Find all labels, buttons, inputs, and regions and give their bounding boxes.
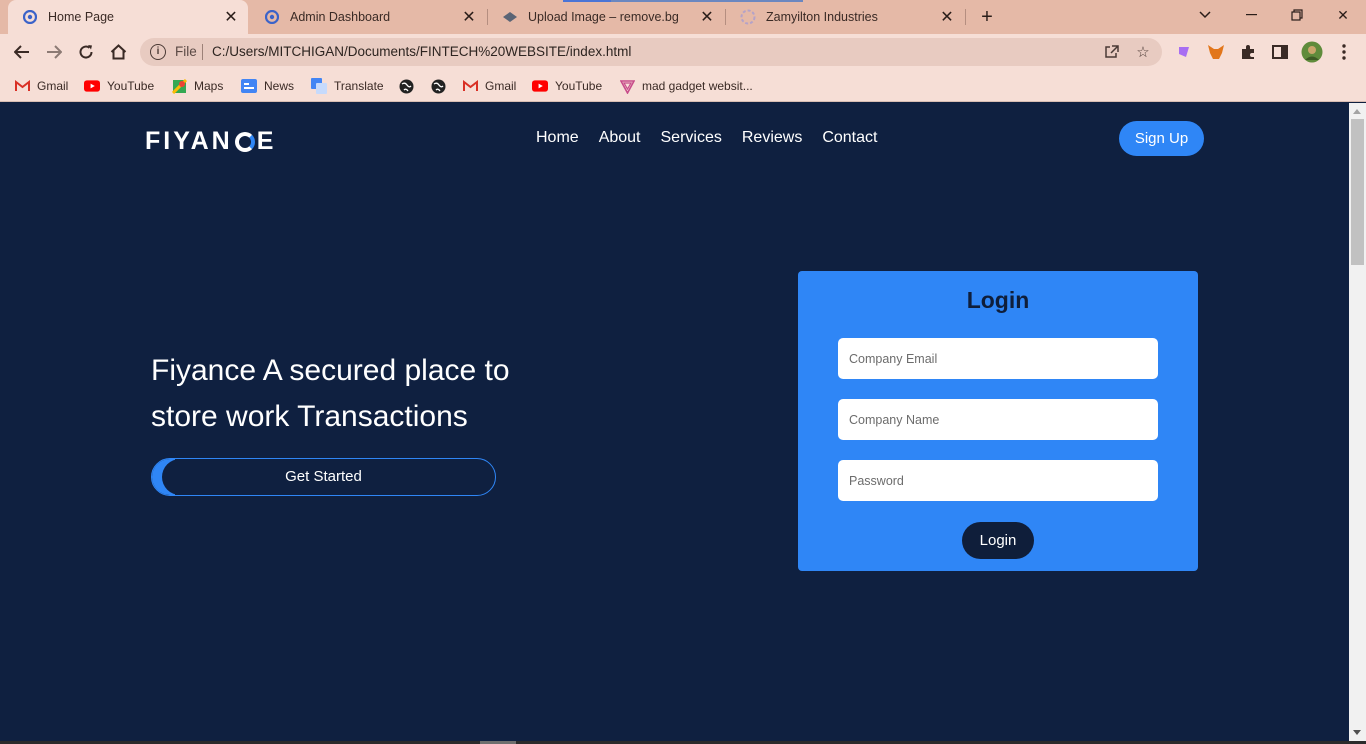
bookmarks-bar: Gmail YouTube Maps News Translate Gmail … <box>0 70 1366 102</box>
bookmark-globe-1[interactable] <box>398 76 421 96</box>
globe-icon <box>430 78 446 94</box>
maps-icon <box>171 78 187 94</box>
bookmark-gmail[interactable]: Gmail <box>14 76 68 96</box>
bookmark-label: YouTube <box>555 79 603 93</box>
login-title: Login <box>966 287 1030 313</box>
home-icon[interactable] <box>104 38 132 66</box>
sign-up-button[interactable]: Sign Up <box>1119 121 1204 156</box>
globe-icon <box>398 78 414 94</box>
get-started-label: Get Started <box>285 468 362 485</box>
nav-home[interactable]: Home <box>536 129 579 147</box>
side-panel-icon[interactable] <box>1270 42 1290 62</box>
tab-title: Admin Dashboard <box>290 10 391 24</box>
new-tab-plus-icon[interactable]: + <box>976 6 998 28</box>
scroll-down-arrow-icon[interactable] <box>1353 730 1361 735</box>
close-tab-icon[interactable]: ✕ <box>460 8 478 26</box>
gmail-icon <box>462 78 478 94</box>
profile-avatar-icon[interactable] <box>1301 41 1323 63</box>
tab-upload-image[interactable]: Upload Image – remove.bg ✕ <box>488 0 724 34</box>
tab-title: Upload Image – remove.bg <box>528 10 679 24</box>
purple-extension-icon[interactable] <box>1174 42 1194 62</box>
logo-c-mark-icon <box>234 131 255 152</box>
tab-zamyilton[interactable]: Zamyilton Industries ✕ <box>726 0 964 34</box>
password-field[interactable] <box>838 460 1158 501</box>
bookmark-label: Gmail <box>485 79 517 93</box>
chrome-page-icon <box>264 9 280 25</box>
removebg-icon <box>502 9 518 25</box>
company-email-field[interactable] <box>838 338 1158 379</box>
forward-arrow-icon[interactable] <box>40 38 68 66</box>
tab-home-page[interactable]: Home Page ✕ <box>8 0 248 34</box>
page-scrollbar[interactable] <box>1349 103 1366 741</box>
bookmark-star-icon[interactable]: ☆ <box>1134 43 1152 61</box>
close-tab-icon[interactable]: ✕ <box>222 8 240 26</box>
bookmark-maps[interactable]: Maps <box>171 76 223 96</box>
company-name-field[interactable] <box>838 399 1158 440</box>
restore-window-icon[interactable] <box>1274 0 1320 30</box>
more-menu-icon[interactable] <box>1334 42 1354 62</box>
gmail-icon <box>14 78 30 94</box>
login-submit-button[interactable]: Login <box>962 522 1034 559</box>
nav-reviews[interactable]: Reviews <box>742 129 802 147</box>
login-card: Login Login <box>798 271 1198 571</box>
close-window-icon[interactable]: ✕ <box>1320 0 1366 30</box>
tab-strip: Home Page ✕ Admin Dashboard ✕ Upload Ima… <box>0 0 1366 34</box>
nav-services[interactable]: Services <box>661 129 722 147</box>
omnibox-divider <box>202 44 203 60</box>
bookmark-gmail-2[interactable]: Gmail <box>462 76 516 96</box>
bookmark-mad-gadget[interactable]: mad gadget websit... <box>619 76 753 96</box>
tab-divider <box>965 9 966 25</box>
bookmark-youtube[interactable]: YouTube <box>84 76 154 96</box>
tab-admin-dashboard[interactable]: Admin Dashboard ✕ <box>250 0 486 34</box>
logo-text-start: FIYAN <box>145 127 233 155</box>
bookmark-label: Gmail <box>37 79 69 93</box>
address-bar[interactable]: i File C:/Users/MITCHIGAN/Documents/FINT… <box>140 38 1162 66</box>
youtube-icon <box>84 78 100 94</box>
site-logo[interactable]: FIYAN E <box>145 127 276 156</box>
bookmark-label: Maps <box>194 79 224 93</box>
close-tab-icon[interactable]: ✕ <box>938 8 956 26</box>
bookmark-globe-2[interactable] <box>430 76 453 96</box>
translate-icon <box>311 78 327 94</box>
bookmark-news[interactable]: News <box>241 76 294 96</box>
page-viewport: FIYAN E Home About Services Reviews Conta… <box>0 103 1349 741</box>
metamask-fox-icon[interactable] <box>1206 42 1226 62</box>
bookmark-label: mad gadget websit... <box>642 79 753 93</box>
tab-title: Home Page <box>48 10 115 24</box>
scheme-label: File <box>175 44 197 59</box>
hero-title: Fiyance A secured place to store work Tr… <box>151 354 510 433</box>
minimize-window-icon[interactable] <box>1228 0 1274 30</box>
bookmark-label: Translate <box>334 79 384 93</box>
main-nav: Home About Services Reviews Contact <box>536 129 877 147</box>
bookmark-translate[interactable]: Translate <box>311 76 384 96</box>
scroll-thumb[interactable] <box>1351 119 1364 265</box>
nav-contact[interactable]: Contact <box>822 129 877 147</box>
reload-icon[interactable] <box>72 38 100 66</box>
chrome-page-icon <box>22 9 38 25</box>
bookmark-youtube-2[interactable]: YouTube <box>532 76 602 96</box>
site-info-icon[interactable]: i <box>150 44 166 60</box>
mad-gadget-icon <box>619 78 635 94</box>
nav-about[interactable]: About <box>599 129 641 147</box>
browser-toolbar: i File C:/Users/MITCHIGAN/Documents/FINT… <box>0 34 1366 70</box>
share-icon[interactable] <box>1102 43 1120 61</box>
get-started-button[interactable]: Get Started <box>151 458 496 496</box>
youtube-icon <box>532 78 548 94</box>
close-tab-icon[interactable]: ✕ <box>698 8 716 26</box>
extensions-puzzle-icon[interactable] <box>1238 42 1258 62</box>
logo-text-end: E <box>256 127 277 155</box>
bookmark-label: News <box>264 79 295 93</box>
scroll-up-arrow-icon[interactable] <box>1353 109 1361 114</box>
news-icon <box>241 78 257 94</box>
tab-search-chevron-icon[interactable] <box>1182 0 1228 30</box>
url-text[interactable]: C:/Users/MITCHIGAN/Documents/FINTECH%20W… <box>212 44 631 59</box>
bookmark-label: YouTube <box>107 79 155 93</box>
tab-title: Zamyilton Industries <box>766 10 878 24</box>
zamyilton-icon <box>740 9 756 25</box>
back-arrow-icon[interactable] <box>8 38 36 66</box>
